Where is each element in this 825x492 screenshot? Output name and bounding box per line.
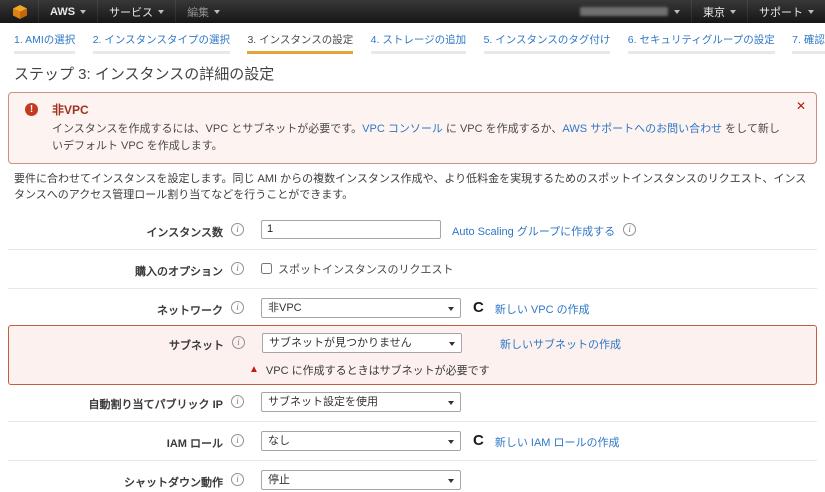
row-instance-count: インスタンス数 Auto Scaling グループに作成する	[8, 216, 817, 244]
subnet-label: サブネット	[9, 333, 224, 353]
nav-region-label: 東京	[703, 4, 725, 20]
page-description: 要件に合わせてインスタンスを設定します。同じ AMI からの複数インスタンス作成…	[14, 172, 811, 204]
dropdown-caret-icon	[448, 479, 454, 483]
iam-role-select-value: なし	[268, 435, 290, 447]
chevron-down-icon	[80, 10, 86, 14]
chevron-down-icon	[214, 10, 220, 14]
divider	[8, 421, 817, 422]
nav-spacer	[231, 0, 569, 23]
row-iam-role: IAM ロール なし 新しい IAM ロールの作成	[8, 427, 817, 455]
instance-details-form: インスタンス数 Auto Scaling グループに作成する 購入のオプション …	[8, 216, 817, 492]
dropdown-caret-icon	[448, 440, 454, 444]
iam-role-label: IAM ロール	[8, 431, 223, 451]
warning-text: に VPC を作成するか、	[443, 123, 563, 135]
wizard-steps: 1. AMIの選択 2. インスタンスタイプの選択 3. インスタンスの設定 4…	[0, 23, 825, 54]
create-subnet-link[interactable]: 新しいサブネットの作成	[500, 333, 621, 352]
create-iam-role-link[interactable]: 新しい IAM ロールの作成	[495, 431, 620, 450]
row-public-ip: 自動割り当てパブリック IP サブネット設定を使用	[8, 388, 817, 416]
step-tab-1-ami[interactable]: 1. AMIの選択	[14, 32, 75, 54]
spot-instance-checkbox[interactable]	[261, 263, 272, 274]
divider	[8, 249, 817, 250]
subnet-error-box: サブネット サブネットが見つかりません 新しいサブネットの作成 VPC に作成す…	[8, 325, 817, 385]
aws-logo[interactable]	[0, 0, 39, 23]
create-vpc-link[interactable]: 新しい VPC の作成	[495, 298, 590, 317]
refresh-icon[interactable]	[473, 299, 484, 317]
step-tab-2-instance-type[interactable]: 2. インスタンスタイプの選択	[93, 32, 230, 54]
shutdown-behavior-label: シャットダウン動作	[8, 470, 223, 490]
chevron-down-icon	[158, 10, 164, 14]
network-select-value: 非VPC	[268, 302, 302, 314]
step-tab-7-review[interactable]: 7. 確認	[792, 32, 825, 54]
row-network: ネットワーク 非VPC 新しい VPC の作成	[8, 294, 817, 322]
nav-menu-aws[interactable]: AWS	[39, 0, 98, 23]
nav-account-menu[interactable]	[569, 0, 692, 23]
spot-instance-checkbox-label: スポットインスタンスのリクエスト	[278, 261, 454, 277]
nav-support-label: サポート	[759, 4, 803, 20]
error-exclamation-icon	[25, 103, 38, 116]
top-nav-bar: AWS サービス 編集 東京 サポート	[0, 0, 825, 23]
autoscaling-link[interactable]: Auto Scaling グループに作成する	[452, 220, 615, 239]
warning-message: インスタンスを作成するには、VPC とサブネットが必要です。VPC コンソール …	[52, 121, 782, 154]
network-label: ネットワーク	[8, 298, 223, 318]
aws-support-link[interactable]: AWS サポートへのお問い合わせ	[562, 123, 722, 135]
instance-count-input[interactable]	[261, 220, 441, 239]
refresh-icon[interactable]	[473, 432, 484, 450]
vpc-console-link[interactable]: VPC コンソール	[362, 123, 443, 135]
nav-aws-label: AWS	[50, 6, 75, 18]
no-vpc-warning-banner: 非VPC インスタンスを作成するには、VPC とサブネットが必要です。VPC コ…	[8, 92, 817, 164]
info-icon[interactable]	[231, 473, 244, 486]
nav-edit-label: 編集	[187, 4, 209, 20]
info-icon[interactable]	[623, 223, 636, 236]
subnet-select-value: サブネットが見つかりません	[269, 337, 412, 349]
chevron-down-icon	[730, 10, 736, 14]
chevron-down-icon	[674, 10, 680, 14]
warning-triangle-icon	[249, 365, 259, 375]
info-icon[interactable]	[232, 336, 245, 349]
nav-region-menu[interactable]: 東京	[692, 0, 748, 23]
nav-menu-edit[interactable]: 編集	[176, 0, 231, 23]
warning-text: インスタンスを作成するには、VPC とサブネットが必要です。	[52, 123, 362, 135]
step-tab-5-tags[interactable]: 5. インスタンスのタグ付け	[484, 32, 611, 54]
public-ip-select-value: サブネット設定を使用	[268, 396, 378, 408]
shutdown-behavior-select[interactable]: 停止	[261, 470, 461, 490]
page-title: ステップ 3: インスタンスの詳細の設定	[14, 63, 811, 84]
instance-count-label: インスタンス数	[8, 220, 223, 240]
redacted-account-name	[580, 7, 668, 16]
warning-title: 非VPC	[52, 101, 782, 118]
close-icon[interactable]	[796, 100, 806, 112]
info-icon[interactable]	[231, 434, 244, 447]
row-shutdown-behavior: シャットダウン動作 停止	[8, 466, 817, 492]
step-tab-3-configure-instance[interactable]: 3. インスタンスの設定	[247, 32, 353, 54]
nav-menu-services[interactable]: サービス	[98, 0, 176, 23]
step-tab-4-storage[interactable]: 4. ストレージの追加	[371, 32, 466, 54]
subnet-select[interactable]: サブネットが見つかりません	[262, 333, 462, 353]
chevron-down-icon	[808, 10, 814, 14]
info-icon[interactable]	[231, 301, 244, 314]
dropdown-caret-icon	[448, 401, 454, 405]
iam-role-select[interactable]: なし	[261, 431, 461, 451]
dropdown-caret-icon	[449, 342, 455, 346]
nav-services-label: サービス	[109, 4, 153, 20]
nav-support-menu[interactable]: サポート	[748, 0, 825, 23]
shutdown-behavior-select-value: 停止	[268, 474, 290, 486]
info-icon[interactable]	[231, 262, 244, 275]
aws-cube-icon	[12, 4, 28, 20]
divider	[8, 288, 817, 289]
divider	[8, 460, 817, 461]
public-ip-select[interactable]: サブネット設定を使用	[261, 392, 461, 412]
network-select[interactable]: 非VPC	[261, 298, 461, 318]
row-subnet: サブネット サブネットが見つかりません 新しいサブネットの作成	[9, 329, 816, 357]
step-tab-6-security-group[interactable]: 6. セキュリティグループの設定	[628, 32, 775, 54]
purchase-option-label: 購入のオプション	[8, 259, 223, 279]
public-ip-label: 自動割り当てパブリック IP	[8, 392, 223, 412]
info-icon[interactable]	[231, 223, 244, 236]
subnet-error-message: VPC に作成するときはサブネットが必要です	[249, 362, 816, 378]
dropdown-caret-icon	[448, 307, 454, 311]
row-purchase-option: 購入のオプション スポットインスタンスのリクエスト	[8, 255, 817, 283]
subnet-error-text: VPC に作成するときはサブネットが必要です	[266, 362, 490, 378]
info-icon[interactable]	[231, 395, 244, 408]
